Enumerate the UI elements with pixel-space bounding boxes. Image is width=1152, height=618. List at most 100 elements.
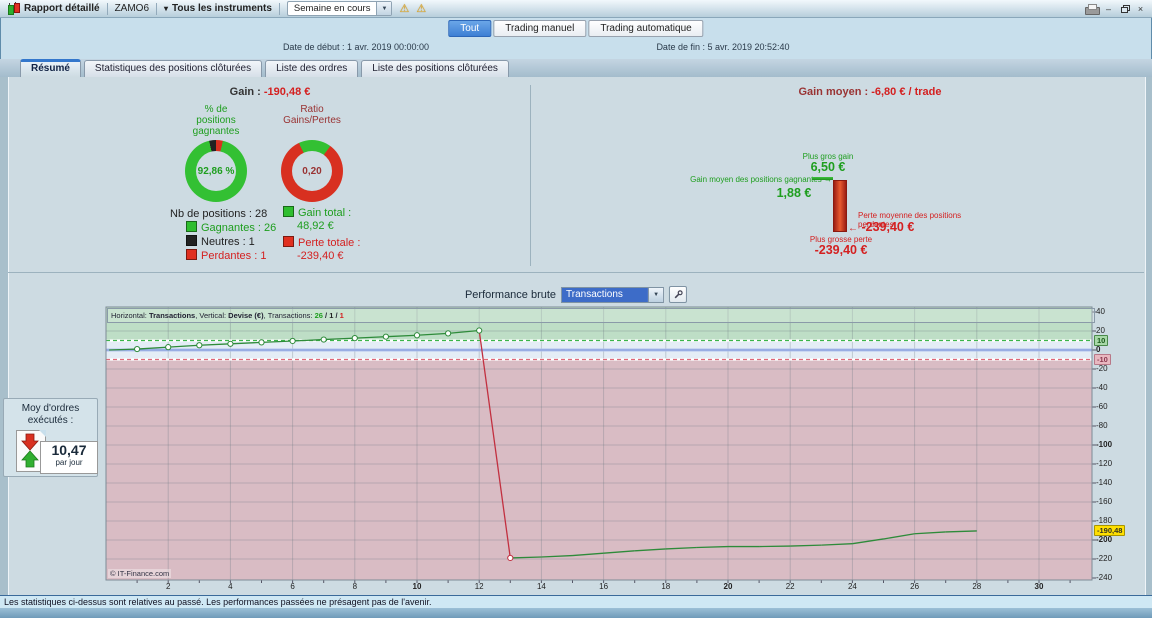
- x-axis-label: 4: [228, 582, 233, 591]
- warning-icon[interactable]: ⚠: [416, 2, 426, 15]
- restore-button[interactable]: [1119, 4, 1130, 14]
- wins-count: 26: [314, 311, 323, 320]
- tab-statistiques[interactable]: Statistiques des positions clôturées: [83, 60, 263, 77]
- watermark: © IT-Finance.com: [108, 569, 172, 578]
- gain-title: Gain : -190,48 €: [229, 86, 311, 98]
- plus-gros-gain-value: 6,50 €: [810, 160, 846, 174]
- gain-value: -190,48 €: [263, 86, 311, 98]
- black-square-icon: [186, 235, 197, 246]
- win-donut-chart: 92,86 %: [185, 140, 247, 202]
- x-axis-label: 6: [290, 582, 295, 591]
- y-axis-label: -60: [1096, 402, 1108, 411]
- dropdown-arrow-icon[interactable]: ▼: [376, 2, 392, 15]
- red-square-icon: [283, 236, 294, 247]
- x-axis-label: 22: [785, 582, 795, 591]
- red-square-icon: [186, 249, 197, 260]
- y-axis-label: -200: [1096, 535, 1113, 544]
- gain-moyen-title: Gain moyen : -6,80 € / trade: [798, 86, 942, 98]
- y-axis-label: -220: [1096, 554, 1113, 563]
- green-square-icon: [186, 221, 197, 232]
- view-tab-bar: Tout Trading manuel Trading automatique: [448, 20, 704, 37]
- losses-count: 1: [339, 311, 344, 320]
- x-axis-label: 18: [661, 582, 671, 591]
- print-icon[interactable]: [1085, 3, 1100, 15]
- warning-icon[interactable]: ⚠: [399, 2, 409, 15]
- performance-label: Performance brute: [464, 288, 557, 301]
- performance-chart[interactable]: [0, 305, 1152, 595]
- y-axis-label: -80: [1096, 421, 1108, 430]
- y-axis-label: 0: [1096, 345, 1101, 354]
- chevron-down-icon: ▾: [164, 4, 169, 13]
- performance-dropdown[interactable]: Transactions ▼: [561, 286, 665, 303]
- legend-perdantes: Perdantes : 1: [186, 249, 266, 262]
- window-title: Rapport détaillé: [24, 3, 100, 14]
- y-axis-label: -100: [1096, 440, 1113, 449]
- ratio-donut-title: Ratio Gains/Pertes: [283, 104, 341, 126]
- orders-per-day-box: Moy d'ordres exécutés : 10,47 par jour: [3, 398, 98, 477]
- minimize-button[interactable]: –: [1103, 4, 1114, 14]
- tab-liste-positions[interactable]: Liste des positions clôturées: [361, 60, 509, 77]
- report-tab-bar: Résumé Statistiques des positions clôtur…: [0, 59, 1152, 77]
- y-axis-label: -120: [1096, 459, 1113, 468]
- y-axis-label: -20: [1096, 364, 1108, 373]
- perte-moyenne-value: ← -239,40 €: [848, 220, 915, 234]
- orders-title: Moy d'ordres exécutés :: [21, 403, 80, 426]
- instruments-dropdown[interactable]: ▾ Tous les instruments: [157, 0, 279, 17]
- green-square-icon: [283, 206, 294, 217]
- date-end: Date de fin : 5 avr. 2019 20:52:40: [656, 42, 790, 52]
- divider: [8, 272, 1144, 273]
- x-axis-label: 30: [1034, 582, 1044, 591]
- x-axis-label: 20: [723, 582, 733, 591]
- left-arrow-icon: ←: [848, 223, 858, 234]
- legend-neutres: Neutres : 1: [186, 235, 255, 248]
- tab-trading-manuel[interactable]: Trading manuel: [493, 20, 587, 37]
- axis-value-box: -10: [1094, 354, 1111, 365]
- tab-resume[interactable]: Résumé: [20, 59, 81, 77]
- tab-trading-automatique[interactable]: Trading automatique: [588, 20, 704, 37]
- y-axis-label: 40: [1096, 307, 1105, 316]
- plus-grosse-perte-value: -239,40 €: [814, 243, 868, 257]
- toolbar: Rapport détaillé ZAMO6 ▾ Tous les instru…: [0, 0, 1152, 18]
- close-button[interactable]: ×: [1135, 4, 1146, 14]
- y-axis-label: 20: [1096, 326, 1105, 335]
- dropdown-arrow-icon[interactable]: ▼: [648, 287, 664, 302]
- x-axis-label: 16: [599, 582, 609, 591]
- tab-tout[interactable]: Tout: [448, 20, 492, 37]
- gain-moyen-value: -6,80 € / trade: [871, 86, 942, 98]
- y-axis-label: -240: [1096, 573, 1113, 582]
- orders-per-day-value: 10,47 par jour: [40, 441, 98, 474]
- chart-settings-button[interactable]: [669, 286, 688, 303]
- tab-liste-ordres[interactable]: Liste des ordres: [265, 60, 359, 77]
- win-donut-title: % de positions gagnantes: [192, 104, 240, 137]
- win-donut-value: 92,86 %: [196, 151, 236, 191]
- period-dropdown[interactable]: Semaine en cours ▼: [286, 1, 393, 16]
- y-axis-label: -140: [1096, 478, 1113, 487]
- axis-value-box: 10: [1094, 335, 1109, 346]
- avg-win-bar: [812, 177, 833, 180]
- window-bottom-edge: [0, 608, 1152, 618]
- restore-icon: [1120, 4, 1130, 13]
- performance-selector-row: Performance brute Transactions ▼: [464, 286, 688, 303]
- perte-totale-value: -239,40 €: [297, 250, 344, 262]
- nb-positions: Nb de positions : 28: [170, 208, 268, 220]
- y-axis-label: -160: [1096, 497, 1113, 506]
- legend-gain-total: Gain total :: [283, 206, 351, 219]
- wrench-icon: [674, 289, 683, 298]
- x-axis-label: 14: [536, 582, 546, 591]
- x-axis-label: 12: [474, 582, 484, 591]
- status-bar: Les statistiques ci-dessus sont relative…: [0, 595, 1152, 608]
- candlestick-icon: [7, 1, 20, 15]
- x-axis-label: 26: [910, 582, 920, 591]
- x-axis-label: 28: [972, 582, 982, 591]
- biggest-loss-bar: [833, 180, 847, 232]
- chart-legend: Horizontal: Transactions, Vertical: Devi…: [107, 308, 1095, 323]
- account-button[interactable]: ZAMO6: [108, 0, 156, 17]
- gain-moyen-gagnantes-label: Gain moyen des positions gagnantes →: [656, 175, 832, 184]
- report-window: Rapport détaillé ZAMO6 ▾ Tous les instru…: [0, 0, 1152, 618]
- gain-moyen-gagnantes-value: 1,88 €: [776, 186, 812, 200]
- axis-value-box: -190,48: [1094, 525, 1126, 537]
- date-start: Date de début : 1 avr. 2019 00:00:00: [282, 42, 430, 52]
- x-axis-label: 24: [847, 582, 857, 591]
- app-logo: Rapport détaillé: [0, 0, 107, 17]
- ratio-donut-chart: 0,20: [281, 140, 343, 202]
